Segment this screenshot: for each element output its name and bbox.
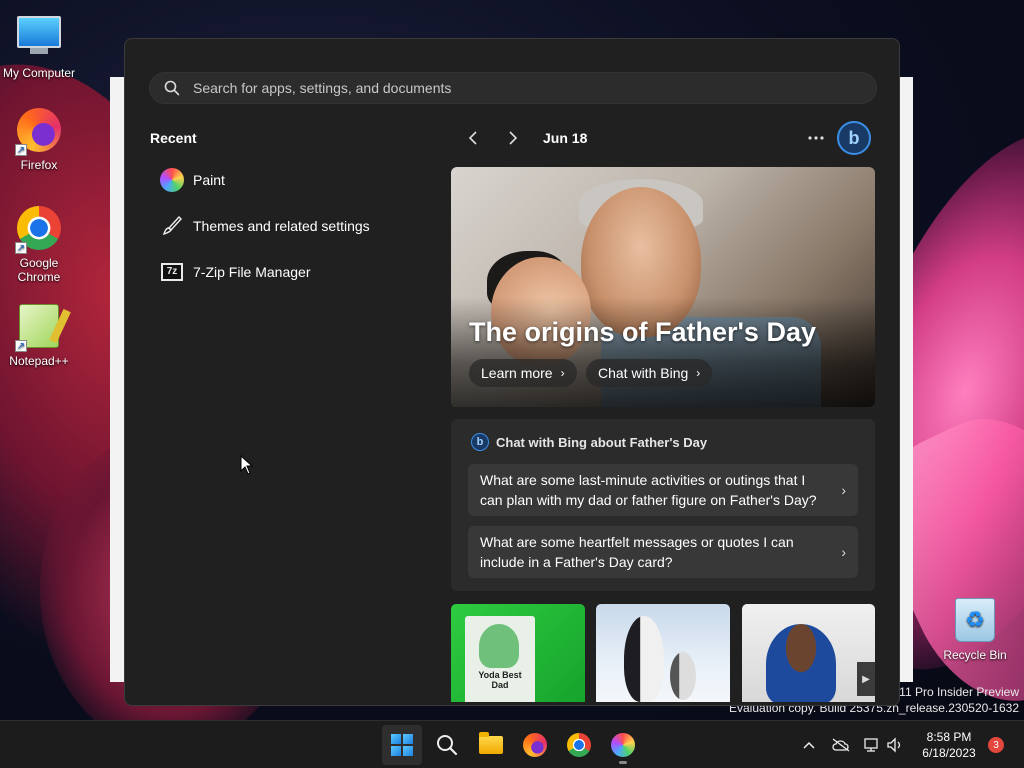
chevron-right-icon: › (841, 544, 846, 560)
start-menu: Search for apps, settings, and documents… (124, 38, 900, 706)
desktop-icon-notepadpp[interactable]: ↗ Notepad++ (1, 302, 77, 368)
chat-question-text: What are some heartfelt messages or quot… (480, 534, 794, 570)
chevron-left-icon[interactable] (459, 127, 487, 149)
taskbar-paint[interactable] (603, 725, 643, 765)
notification-badge[interactable]: 3 (988, 737, 1004, 753)
taskbar-clock[interactable]: 8:58 PM 6/18/2023 (912, 729, 986, 761)
watermark-line1: s 11 Pro Insider Preview (889, 685, 1019, 699)
taskbar-firefox[interactable] (515, 725, 555, 765)
thumbnail-caption: Yoda Best Dad (478, 670, 522, 690)
chevron-right-icon[interactable] (499, 127, 527, 149)
recent-item-themes[interactable]: Themes and related settings (159, 211, 370, 241)
desktop-icon-label: My Computer (2, 66, 76, 80)
network-icon[interactable] (862, 735, 882, 755)
folder-icon (479, 732, 503, 754)
firefox-icon (523, 733, 547, 757)
bing-icon: b (471, 433, 489, 451)
chat-card-header: b Chat with Bing about Father's Day (471, 433, 707, 451)
recycle-bin-icon: ♻ (951, 598, 999, 646)
windows-icon (391, 734, 413, 756)
brush-icon (159, 213, 185, 239)
learn-more-label: Learn more (481, 365, 553, 381)
learn-more-button[interactable]: Learn more › (469, 359, 577, 387)
taskbar-chrome[interactable] (559, 725, 599, 765)
desktop-icon-label: Recycle Bin (943, 648, 1007, 662)
volume-icon[interactable] (885, 735, 905, 755)
news-thumbnail-penguins[interactable] (596, 604, 730, 702)
chevron-right-icon: › (841, 482, 846, 498)
desktop-icon-label: Google Chrome (17, 256, 61, 284)
start-button[interactable] (382, 725, 422, 765)
recent-item-7zip[interactable]: 7z 7-Zip File Manager (159, 257, 311, 287)
chrome-icon (567, 733, 591, 757)
recent-item-label: Paint (193, 172, 225, 188)
desktop-icon-label: Firefox (20, 158, 58, 172)
desktop-icon-google-chrome[interactable]: ↗ Google Chrome (1, 204, 77, 284)
recent-item-paint[interactable]: Paint (159, 165, 225, 195)
taskbar-file-explorer[interactable] (471, 725, 511, 765)
clock-time: 8:58 PM (926, 730, 972, 744)
paint-icon (159, 167, 185, 193)
paint-icon (611, 733, 635, 757)
desktop-icon-firefox[interactable]: ↗ Firefox (1, 106, 77, 172)
hero-title: The origins of Father's Day (469, 317, 816, 347)
recent-item-label: Themes and related settings (193, 218, 370, 234)
mouse-cursor-icon (240, 455, 254, 475)
taskbar-search-button[interactable] (427, 725, 467, 765)
chevron-right-icon: › (560, 366, 565, 380)
chevron-right-icon: › (696, 366, 701, 380)
taskbar: 8:58 PM 6/18/2023 3 (0, 720, 1024, 768)
scroll-right-icon[interactable]: ▶ (857, 662, 875, 696)
search-placeholder: Search for apps, settings, and documents (193, 80, 452, 96)
7zip-icon: 7z (159, 259, 185, 285)
running-indicator (619, 761, 627, 764)
chat-question-1[interactable]: What are some last-minute activities or … (468, 464, 858, 516)
onedrive-offline-icon[interactable] (831, 735, 851, 755)
recent-title: Recent (150, 130, 197, 146)
hero-card[interactable]: The origins of Father's Day Learn more ›… (451, 167, 875, 407)
chrome-icon: ↗ (15, 206, 63, 254)
bing-icon[interactable]: b (837, 121, 871, 155)
monitor-icon (15, 16, 63, 64)
date-navigation: Jun 18 (459, 127, 587, 149)
desktop-icon-recycle-bin[interactable]: ♻ Recycle Bin (937, 596, 1013, 662)
firefox-icon: ↗ (15, 108, 63, 156)
more-options-icon[interactable] (803, 127, 829, 149)
chat-card-title: Chat with Bing about Father's Day (496, 434, 708, 450)
chat-with-bing-button[interactable]: Chat with Bing › (586, 359, 713, 387)
search-icon (164, 80, 180, 96)
news-thumbnail-yoda-card[interactable]: Yoda Best Dad (451, 604, 585, 702)
chat-with-bing-label: Chat with Bing (598, 365, 689, 381)
chat-question-text: What are some last-minute activities or … (480, 472, 817, 508)
show-hidden-icons-icon[interactable] (799, 735, 819, 755)
chat-question-2[interactable]: What are some heartfelt messages or quot… (468, 526, 858, 578)
search-box[interactable]: Search for apps, settings, and documents (149, 72, 877, 104)
chat-with-bing-card: b Chat with Bing about Father's Day What… (451, 419, 875, 591)
desktop-icon-label: Notepad++ (9, 354, 69, 368)
search-icon (437, 735, 458, 756)
recent-item-label: 7-Zip File Manager (193, 264, 311, 280)
notepadpp-icon: ↗ (15, 304, 63, 352)
clock-date: 6/18/2023 (922, 746, 976, 760)
news-thumbnail-person[interactable]: ▶ (742, 604, 875, 702)
current-date: Jun 18 (543, 130, 588, 146)
desktop-icon-my-computer[interactable]: My Computer (1, 10, 77, 80)
